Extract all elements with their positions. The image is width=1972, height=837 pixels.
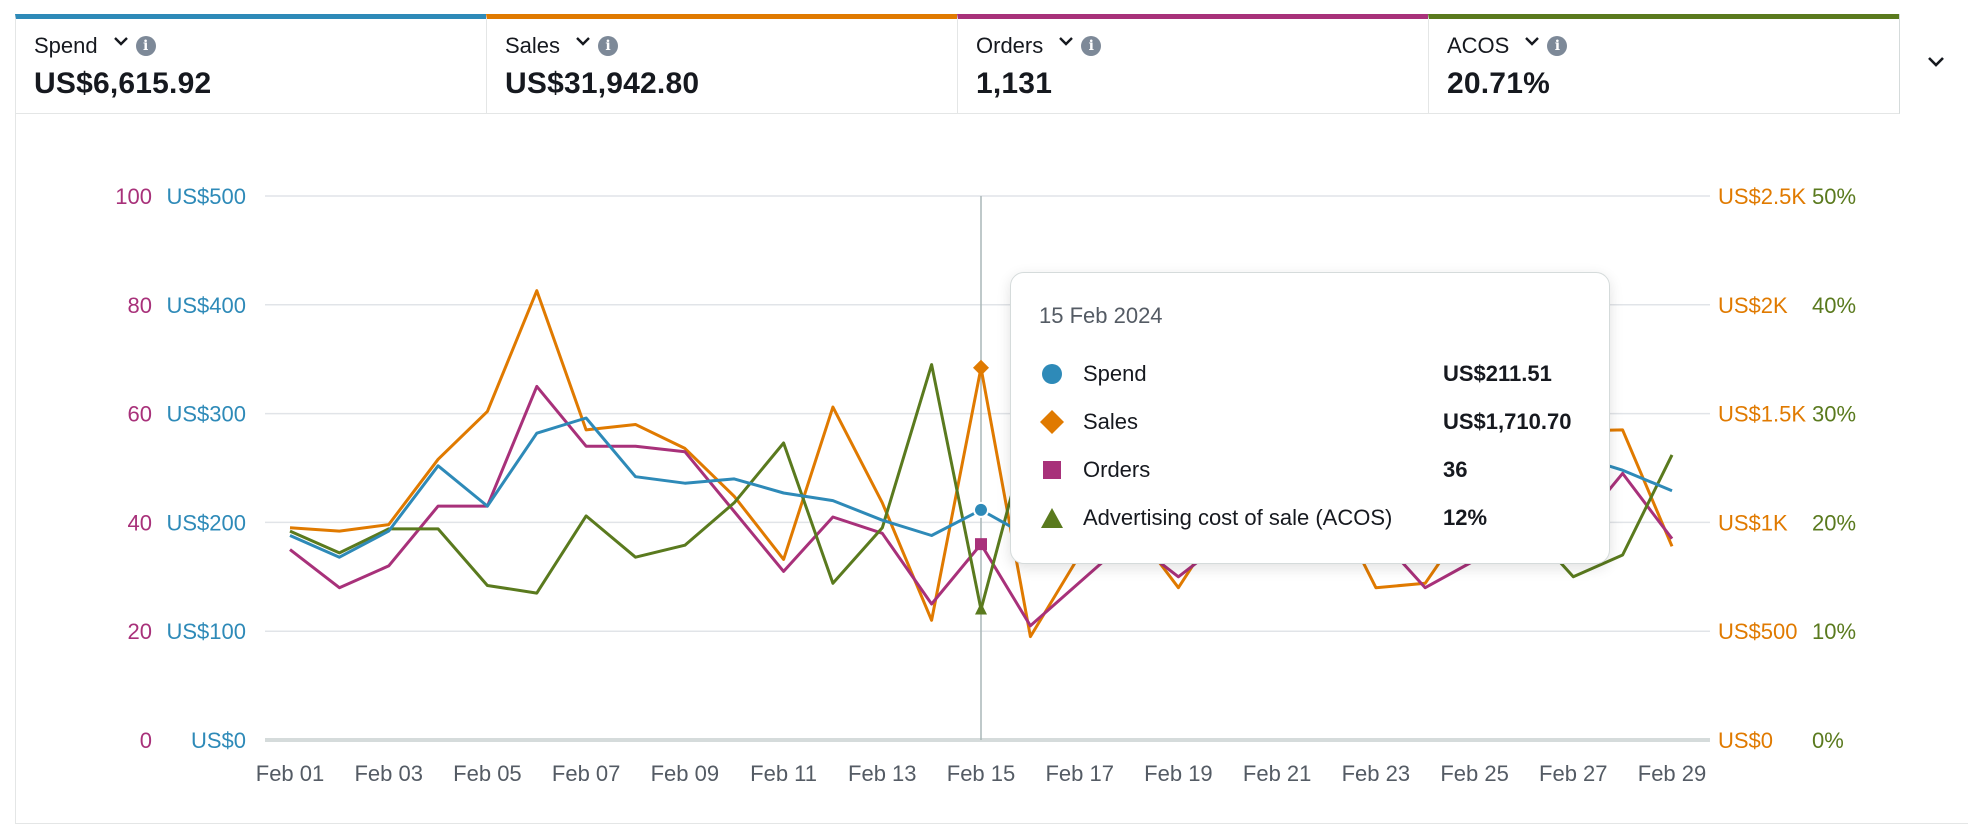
y-tick-label-sales: US$2K (1718, 293, 1788, 318)
circle-marker-icon (1039, 361, 1065, 387)
x-tick-label: Feb 01 (256, 761, 325, 786)
y-tick-label-spend: US$0 (191, 728, 246, 753)
line-chart: 0 US$0 US$0 0% 20 US$100 US$500 10% 40 US$200 US$1… (115, 184, 1856, 786)
tooltip-row-sales: Sales US$1,710.70 (1039, 406, 1599, 438)
x-tick-label: Feb 11 (750, 761, 817, 786)
x-tick-label: Feb 07 (552, 761, 621, 786)
x-tick-label: Feb 23 (1342, 761, 1411, 786)
y-tick-label-acos: 0% (1812, 728, 1844, 753)
acos-point-marker (975, 602, 987, 615)
x-tick-label: Feb 19 (1144, 761, 1213, 786)
tooltip-series-name: Spend (1083, 361, 1147, 386)
tooltip-row-acos: Advertising cost of sale (ACOS) 12% (1039, 502, 1599, 534)
y-tick-label-orders: 60 (128, 402, 152, 427)
y-tick-label-orders: 80 (128, 293, 152, 318)
x-tick-label: Feb 29 (1638, 761, 1707, 786)
x-tick-label: Feb 05 (453, 761, 522, 786)
orders-point-marker (975, 538, 987, 551)
tooltip-series-value: US$1,710.70 (1443, 409, 1572, 434)
y-tick-label-sales: US$1.5K (1718, 402, 1806, 427)
y-tick-label-acos: 30% (1812, 402, 1856, 427)
tooltip-row-orders: Orders 36 (1039, 454, 1599, 486)
diamond-marker-icon (1039, 409, 1065, 435)
x-tick-label: Feb 27 (1539, 761, 1608, 786)
y-tick-label-orders: 40 (128, 510, 152, 535)
tooltip-series-value: US$211.51 (1443, 361, 1552, 386)
y-tick-label-spend: US$100 (166, 619, 246, 644)
y-tick-label-sales: US$500 (1718, 619, 1798, 644)
y-tick-label-spend: US$200 (166, 510, 246, 535)
y-tick-label-spend: US$400 (166, 293, 246, 318)
x-tick-label: Feb 25 (1440, 761, 1509, 786)
y-tick-label-acos: 50% (1812, 184, 1856, 209)
tooltip-series-value: 12% (1443, 505, 1488, 530)
y-tick-label-orders: 0 (140, 728, 152, 753)
chart-tooltip: 15 Feb 2024 Spend US$211.51 Sales US$1,7… (1010, 272, 1610, 564)
spend-point-marker (973, 501, 989, 518)
x-tick-label: Feb 13 (848, 761, 917, 786)
x-tick-label: Feb 15 (947, 761, 1016, 786)
y-tick-label-orders: 20 (128, 619, 152, 644)
x-tick-label: Feb 09 (651, 761, 720, 786)
y-tick-label-sales: US$2.5K (1718, 184, 1806, 209)
tooltip-series-name: Advertising cost of sale (ACOS) (1083, 505, 1393, 530)
y-tick-label-sales: US$0 (1718, 728, 1773, 753)
y-tick-label-spend: US$500 (166, 184, 246, 209)
triangle-marker-icon (1039, 505, 1065, 531)
x-tick-label: Feb 17 (1045, 761, 1114, 786)
y-tick-label-spend: US$300 (166, 402, 246, 427)
y-tick-label-acos: 20% (1812, 510, 1856, 535)
y-tick-label-acos: 40% (1812, 293, 1856, 318)
tooltip-date: 15 Feb 2024 (1039, 303, 1163, 328)
y-tick-label-sales: US$1K (1718, 510, 1788, 535)
tooltip-row-spend: Spend US$211.51 (1039, 358, 1599, 390)
tooltip-series-name: Orders (1083, 457, 1151, 482)
sales-point-marker (973, 359, 989, 376)
x-tick-label: Feb 03 (354, 761, 423, 786)
y-tick-label-acos: 10% (1812, 619, 1856, 644)
square-marker-icon (1039, 457, 1065, 483)
y-tick-label-orders: 100 (115, 184, 152, 209)
tooltip-series-value: 36 (1443, 457, 1468, 482)
tooltip-series-name: Sales (1083, 409, 1139, 434)
x-tick-label: Feb 21 (1243, 761, 1312, 786)
